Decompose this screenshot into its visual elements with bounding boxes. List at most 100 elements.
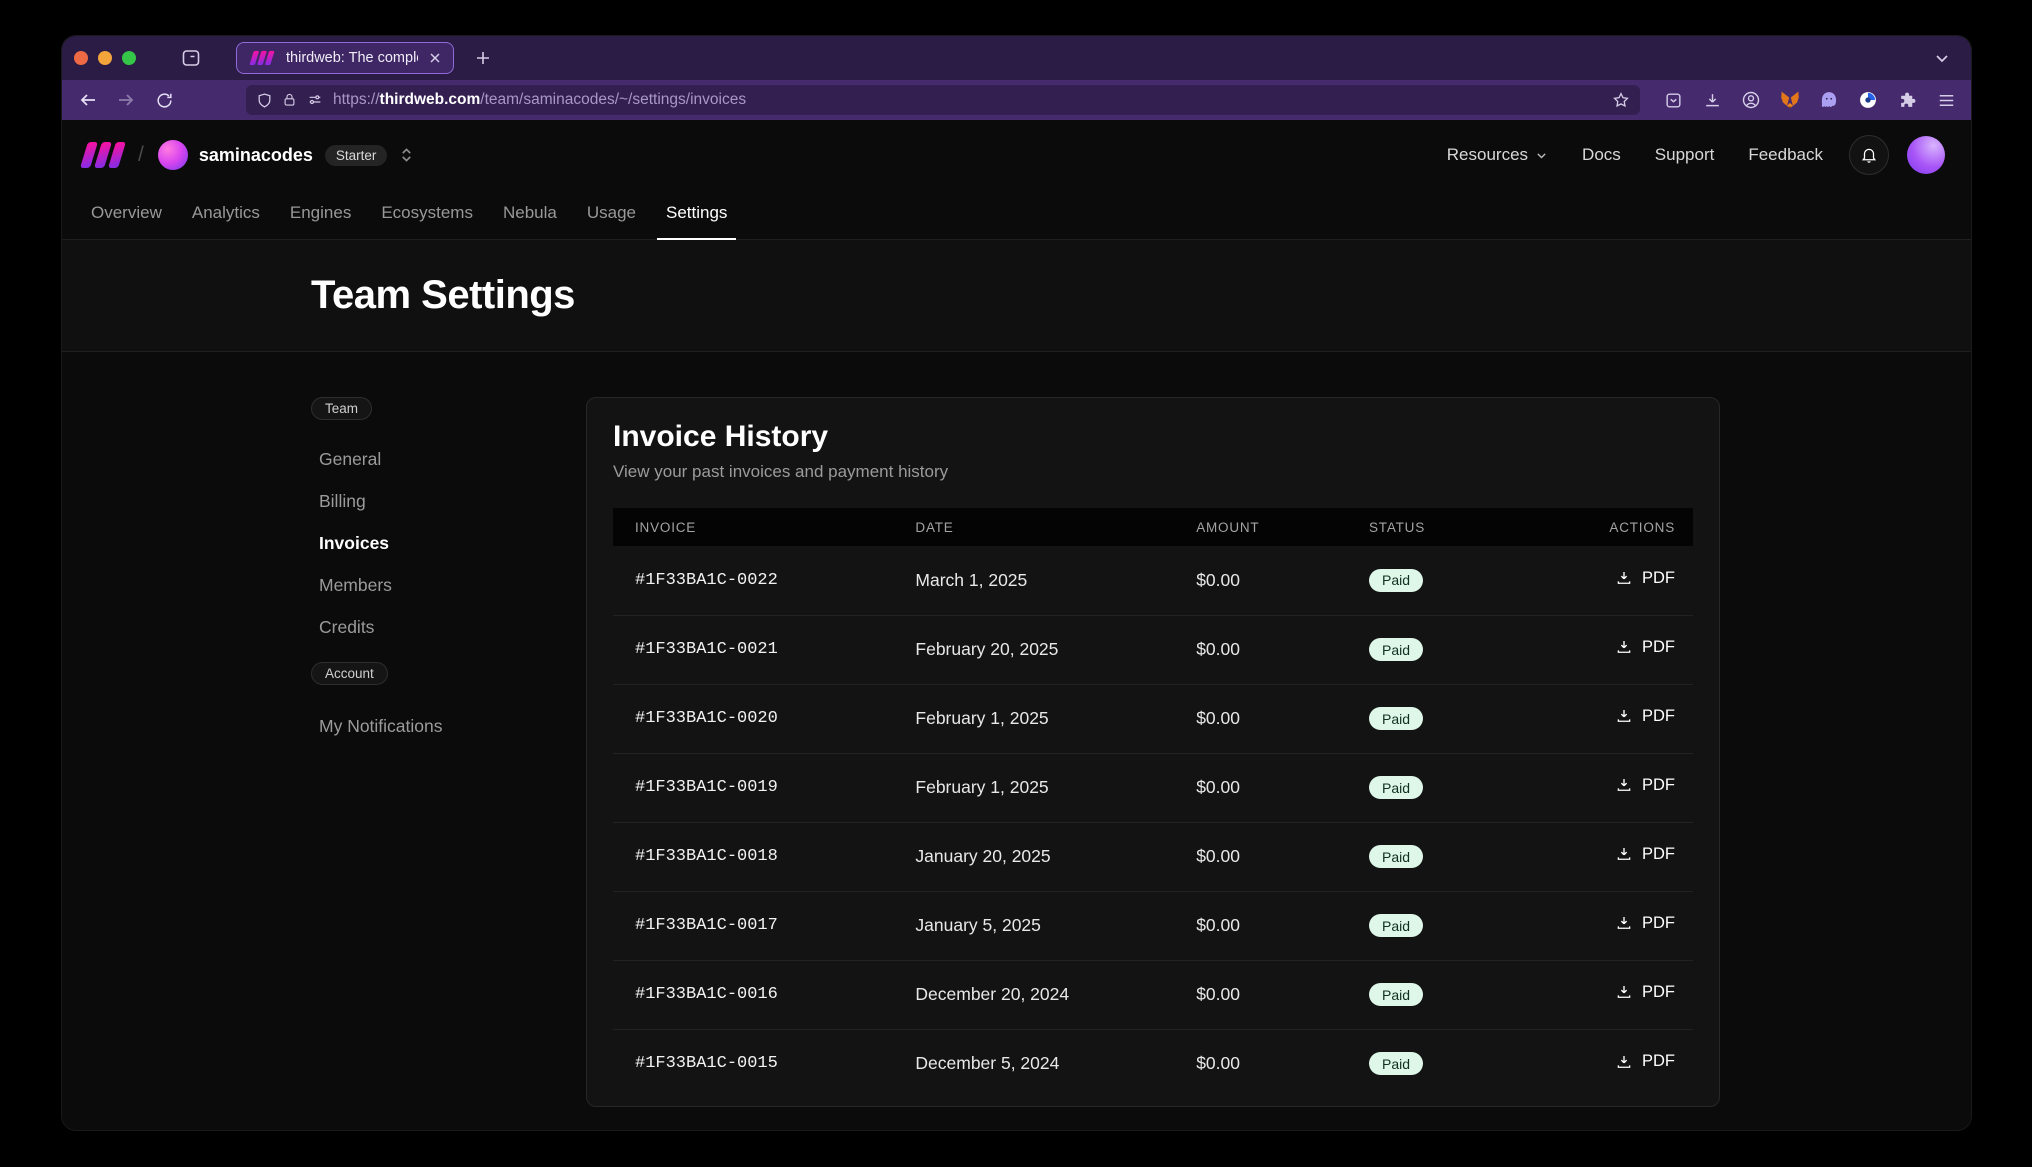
extensions-puzzle-icon[interactable] [1894, 87, 1920, 113]
notifications-button[interactable] [1849, 135, 1889, 175]
tab-title: thirdweb: The complete web3 d [286, 50, 418, 66]
table-row: #1F33BA1C-0017 January 5, 2025 $0.00 Pai… [613, 891, 1693, 960]
page-title: Team Settings [311, 273, 575, 318]
feedback-link[interactable]: Feedback [1748, 145, 1823, 165]
download-pdf-button[interactable]: PDF [1615, 983, 1675, 1002]
browser-toolbar: https://thirdweb.com/team/saminacodes/~/… [62, 80, 1971, 120]
team-switcher-chevrons-icon[interactable] [399, 145, 414, 165]
status-badge: Paid [1369, 776, 1423, 799]
status-badge: Paid [1369, 638, 1423, 661]
support-link[interactable]: Support [1655, 145, 1715, 165]
chevron-down-icon [1535, 149, 1548, 162]
downloads-icon[interactable] [1699, 87, 1725, 113]
back-icon[interactable] [72, 85, 104, 115]
invoice-amount: $0.00 [1196, 891, 1369, 960]
team-avatar[interactable] [158, 140, 188, 170]
sidebar-item-my-notifications[interactable]: My Notifications [319, 705, 586, 747]
invoice-date: March 1, 2025 [915, 546, 1196, 615]
docs-link[interactable]: Docs [1582, 145, 1621, 165]
download-icon [1615, 845, 1633, 863]
phantom-extension-icon[interactable] [1816, 87, 1842, 113]
download-icon [1615, 569, 1633, 587]
invoice-amount: $0.00 [1196, 822, 1369, 891]
metamask-extension-icon[interactable] [1777, 87, 1803, 113]
table-row: #1F33BA1C-0015 December 5, 2024 $0.00 Pa… [613, 1029, 1693, 1098]
table-row: #1F33BA1C-0019 February 1, 2025 $0.00 Pa… [613, 753, 1693, 822]
invoice-amount: $0.00 [1196, 960, 1369, 1029]
download-pdf-button[interactable]: PDF [1615, 845, 1675, 864]
breadcrumb-separator: / [138, 143, 144, 167]
download-pdf-button[interactable]: PDF [1615, 638, 1675, 657]
sidebar-item-credits[interactable]: Credits [319, 606, 586, 648]
resources-menu[interactable]: Resources [1447, 145, 1548, 165]
tracking-protection-shield-icon[interactable] [256, 92, 273, 109]
sidebar-account-badge: Account [311, 662, 388, 685]
site-header: / saminacodes Starter Resources Docs Sup… [62, 120, 1971, 186]
reload-icon[interactable] [148, 85, 180, 115]
invoice-amount: $0.00 [1196, 684, 1369, 753]
plan-badge: Starter [325, 145, 388, 166]
invoice-table: INVOICE DATE AMOUNT STATUS ACTIONS #1F33… [613, 508, 1693, 1098]
download-pdf-button[interactable]: PDF [1615, 707, 1675, 726]
tab-overview[interactable]: Overview [76, 186, 177, 239]
permissions-icon[interactable] [306, 92, 324, 108]
sidebar-item-billing[interactable]: Billing [319, 480, 586, 522]
invoice-number: #1F33BA1C-0021 [613, 615, 915, 684]
invoice-date: February 1, 2025 [915, 753, 1196, 822]
invoice-number: #1F33BA1C-0018 [613, 822, 915, 891]
tab-nebula[interactable]: Nebula [488, 186, 572, 239]
user-avatar[interactable] [1907, 136, 1945, 174]
close-window-button[interactable] [74, 51, 88, 65]
invoice-date: December 20, 2024 [915, 960, 1196, 1029]
status-badge: Paid [1369, 914, 1423, 937]
download-pdf-button[interactable]: PDF [1615, 776, 1675, 795]
tab-close-icon[interactable] [427, 50, 443, 66]
col-invoice: INVOICE [613, 508, 915, 546]
list-all-tabs-icon[interactable] [1933, 49, 1951, 67]
table-header-row: INVOICE DATE AMOUNT STATUS ACTIONS [613, 508, 1693, 546]
bell-icon [1860, 146, 1878, 164]
invoice-amount: $0.00 [1196, 1029, 1369, 1098]
status-badge: Paid [1369, 569, 1423, 592]
invoice-date: January 20, 2025 [915, 822, 1196, 891]
minimize-window-button[interactable] [98, 51, 112, 65]
invoice-number: #1F33BA1C-0022 [613, 546, 915, 615]
bookmark-star-icon[interactable] [1612, 91, 1630, 109]
tab-settings[interactable]: Settings [651, 186, 742, 239]
lock-icon[interactable] [282, 92, 297, 108]
tab-usage[interactable]: Usage [572, 186, 651, 239]
table-row: #1F33BA1C-0018 January 20, 2025 $0.00 Pa… [613, 822, 1693, 891]
settings-sidebar: Team General Billing Invoices Members Cr… [311, 352, 586, 1130]
sidebar-item-invoices[interactable]: Invoices [319, 522, 586, 564]
menu-hamburger-icon[interactable] [1933, 87, 1959, 113]
download-pdf-button[interactable]: PDF [1615, 914, 1675, 933]
thirdweb-logo[interactable] [84, 142, 122, 168]
invoice-amount: $0.00 [1196, 753, 1369, 822]
tab-analytics[interactable]: Analytics [177, 186, 275, 239]
forward-icon[interactable] [110, 85, 142, 115]
download-pdf-button[interactable]: PDF [1615, 569, 1675, 588]
invoice-date: December 5, 2024 [915, 1029, 1196, 1098]
firefox-view-icon[interactable] [176, 43, 206, 73]
tab-engines[interactable]: Engines [275, 186, 366, 239]
url-bar[interactable]: https://thirdweb.com/team/saminacodes/~/… [246, 85, 1640, 115]
team-name[interactable]: saminacodes [199, 145, 313, 166]
wallet-extension-icon[interactable] [1855, 87, 1881, 113]
save-to-pocket-icon[interactable] [1660, 87, 1686, 113]
sidebar-item-members[interactable]: Members [319, 564, 586, 606]
new-tab-button[interactable] [468, 43, 498, 73]
tab-ecosystems[interactable]: Ecosystems [366, 186, 488, 239]
toolbar-extensions [1660, 87, 1959, 113]
card-subtitle: View your past invoices and payment hist… [613, 462, 1693, 482]
header-links: Resources Docs Support Feedback [1447, 145, 1823, 165]
download-pdf-button[interactable]: PDF [1615, 1052, 1675, 1071]
col-status: STATUS [1369, 508, 1585, 546]
account-icon[interactable] [1738, 87, 1764, 113]
browser-tab[interactable]: thirdweb: The complete web3 d [236, 42, 454, 74]
invoice-history-card: Invoice History View your past invoices … [586, 397, 1720, 1107]
zoom-window-button[interactable] [122, 51, 136, 65]
sidebar-item-general[interactable]: General [319, 438, 586, 480]
dashboard-tabs: Overview Analytics Engines Ecosystems Ne… [62, 186, 1971, 240]
table-row: #1F33BA1C-0016 December 20, 2024 $0.00 P… [613, 960, 1693, 1029]
download-icon [1615, 638, 1633, 656]
